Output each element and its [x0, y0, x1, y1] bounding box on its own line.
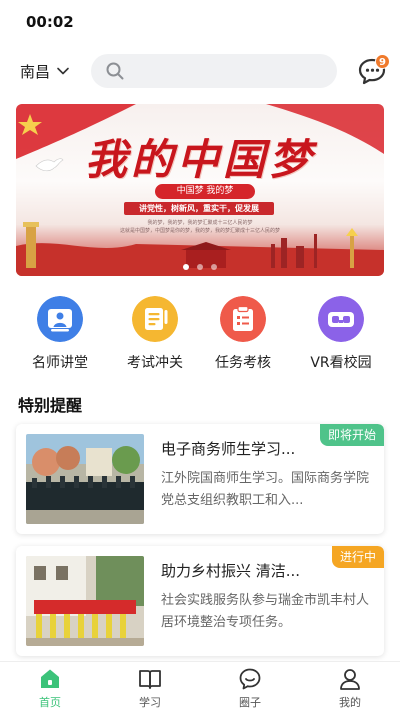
- card-title: 助力乡村振兴 清洁...: [161, 562, 301, 580]
- notice-card[interactable]: 助力乡村振兴 清洁... 社会实践服务队参与瑞金市凯丰村人居环境整治专项任务。 …: [16, 546, 384, 656]
- section-title: 特别提醒: [18, 396, 83, 415]
- bottom-tab-bar: 首页 学习 圈子 我的: [0, 661, 400, 711]
- task-clipboard-icon: [220, 296, 266, 342]
- teacher-icon: [37, 296, 83, 342]
- quick-entry-teacher[interactable]: 名师讲堂: [15, 296, 105, 376]
- message-count-badge: 9: [375, 54, 390, 69]
- book-icon: [139, 670, 161, 689]
- vr-headset-icon: [318, 296, 364, 342]
- card-description: 社会实践服务队参与瑞金市凯丰村人居环境整治专项任务。: [161, 593, 370, 630]
- city-selector[interactable]: 南昌: [20, 58, 70, 84]
- tab-label: 圈子: [239, 696, 261, 709]
- quick-entry-label: VR看校园: [310, 355, 372, 371]
- tab-label: 我的: [339, 696, 361, 709]
- tab-label: 学习: [139, 696, 161, 709]
- quick-entry-label: 名师讲堂: [32, 355, 88, 371]
- card-thumbnail: [26, 434, 144, 524]
- notice-card[interactable]: 电子商务师生学习... 江外院国商师生学习。国际商务学院党总支组织教职工和入..…: [16, 424, 384, 534]
- quick-entry-vr[interactable]: VR看校园: [296, 296, 386, 376]
- banner-subtitle: 中国梦 我的梦: [155, 184, 255, 199]
- carousel-dot[interactable]: [211, 264, 217, 270]
- tab-study[interactable]: 学习: [100, 662, 200, 711]
- tab-label: 首页: [39, 696, 61, 709]
- carousel-dot[interactable]: [197, 264, 203, 270]
- carousel-indicator: [16, 264, 384, 270]
- chevron-down-icon: [57, 67, 69, 75]
- quick-entry-grid: 名师讲堂 考试冲关 任务考核 VR看校园: [0, 296, 400, 376]
- status-badge: 进行中: [331, 546, 384, 568]
- banner-title: 我的中国梦: [84, 135, 315, 184]
- home-icon: [41, 669, 59, 688]
- card-thumbnail: [26, 556, 144, 646]
- quick-entry-label: 考试冲关: [127, 355, 183, 371]
- exam-icon: [132, 296, 178, 342]
- status-bar: 00:02: [0, 0, 400, 44]
- banner-slogan: 讲党性，树新风，重实干，促发展: [124, 202, 274, 215]
- search-icon: [106, 62, 124, 80]
- status-badge: 即将开始: [319, 424, 384, 446]
- tab-profile[interactable]: 我的: [300, 662, 400, 711]
- tab-circle[interactable]: 圈子: [200, 662, 300, 711]
- chat-circle-icon: [239, 668, 261, 690]
- quick-entry-task[interactable]: 任务考核: [198, 296, 288, 376]
- city-label: 南昌: [20, 62, 51, 81]
- banner-carousel[interactable]: 我的中国梦 中国梦 我的梦 讲党性，树新风，重实干，促发展 我的梦，我的梦，我的…: [16, 104, 384, 276]
- search-box[interactable]: [91, 54, 337, 88]
- tab-home[interactable]: 首页: [0, 662, 100, 711]
- card-title: 电子商务师生学习...: [161, 440, 296, 458]
- quick-entry-label: 任务考核: [215, 355, 271, 371]
- quick-entry-exam[interactable]: 考试冲关: [110, 296, 200, 376]
- person-icon: [340, 669, 360, 690]
- card-description: 江外院国商师生学习。国际商务学院党总支组织教职工和入...: [161, 471, 370, 508]
- top-bar: 南昌 9: [0, 50, 400, 92]
- status-time: 00:02: [26, 13, 74, 31]
- carousel-dot[interactable]: [183, 264, 189, 270]
- search-input[interactable]: [133, 54, 337, 88]
